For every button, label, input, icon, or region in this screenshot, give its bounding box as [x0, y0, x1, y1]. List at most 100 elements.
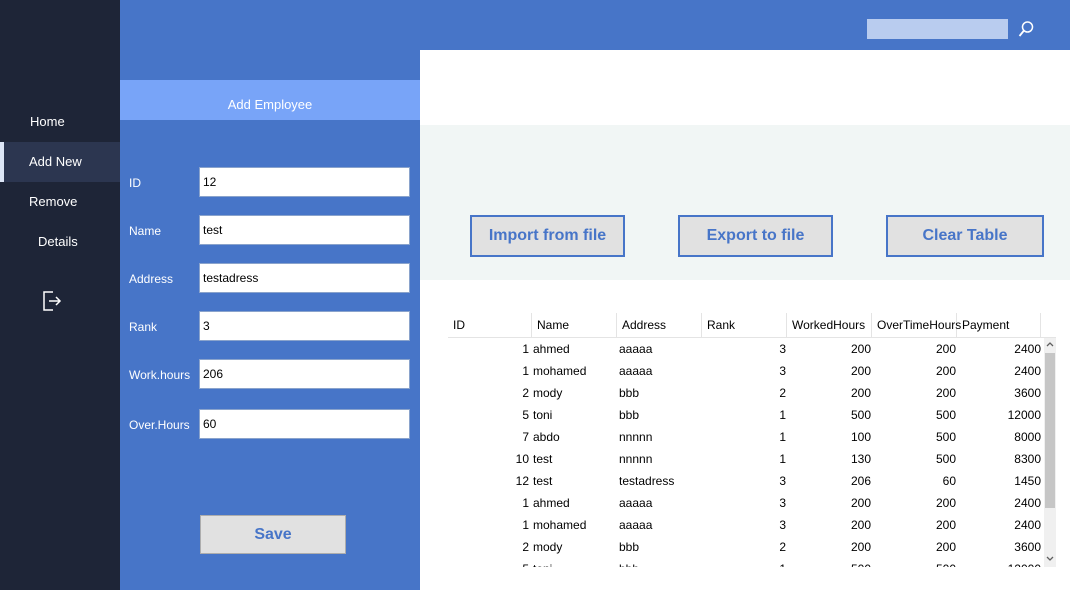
- column-header-overtime-hours[interactable]: OverTimeHours: [872, 313, 961, 338]
- cell-address: bbb: [619, 540, 640, 554]
- cell-name: toni: [533, 408, 553, 422]
- cell-overtime-hours: 200: [935, 364, 956, 378]
- cell-rank: 3: [779, 474, 786, 488]
- cell-id: 7: [522, 430, 529, 444]
- over-hours-field[interactable]: [199, 409, 410, 439]
- cell-id: 1: [522, 342, 529, 356]
- cell-payment: 8300: [1014, 452, 1041, 466]
- scroll-thumb[interactable]: [1045, 353, 1055, 508]
- cell-id: 1: [522, 364, 529, 378]
- action-panel: Import from file Export to file Clear Ta…: [420, 125, 1070, 280]
- table-row[interactable]: 10 test nnnnn 1 130 500 8300: [448, 448, 1041, 470]
- table-row[interactable]: 2 mody bbb 2 200 200 3600: [448, 382, 1041, 404]
- cell-worked-hours: 200: [850, 342, 871, 356]
- cell-address: nnnnn: [619, 430, 653, 444]
- cell-worked-hours: 206: [850, 474, 871, 488]
- cell-id: 5: [522, 408, 529, 422]
- search-icon[interactable]: [1018, 20, 1034, 38]
- cell-rank: 3: [779, 518, 786, 532]
- clear-table-button[interactable]: Clear Table: [886, 215, 1044, 257]
- cell-name: ahmed: [533, 342, 570, 356]
- address-field[interactable]: [199, 263, 410, 293]
- address-label: Address: [129, 272, 174, 286]
- table-row[interactable]: 1 ahmed aaaaa 3 200 200 2400: [448, 338, 1041, 360]
- table-area: ID Name Address Rank WorkedHours OverTim…: [420, 280, 1070, 590]
- save-button[interactable]: Save: [200, 515, 346, 554]
- employee-form-panel: Add Employee ID Name Address Rank Work.h…: [120, 50, 420, 590]
- table-row[interactable]: 1 mohamed aaaaa 3 200 200 2400: [448, 360, 1041, 382]
- cell-overtime-hours: 500: [935, 452, 956, 466]
- form-title: Add Employee: [120, 80, 420, 120]
- column-header-address[interactable]: Address: [617, 313, 702, 338]
- table-row[interactable]: 5tonibbb150050012000: [448, 404, 1041, 426]
- nav-item-remove[interactable]: Remove: [0, 182, 120, 222]
- export-to-file-button[interactable]: Export to file: [678, 215, 833, 257]
- table-row[interactable]: 12 test testadress 3 206 60 1450: [448, 470, 1041, 492]
- logout-icon[interactable]: [42, 290, 62, 312]
- nav-item-details[interactable]: Details: [0, 222, 120, 262]
- rank-field[interactable]: [199, 311, 410, 341]
- cell-address: testadress: [619, 474, 675, 488]
- table-header: ID Name Address Rank WorkedHours OverTim…: [448, 313, 1056, 338]
- cell-payment: 12000: [1007, 408, 1041, 422]
- sidebar: Home Add New Remove Details: [0, 0, 120, 590]
- cell-worked-hours: 200: [850, 496, 871, 510]
- cell-rank: 1: [702, 558, 786, 567]
- id-label: ID: [129, 176, 141, 190]
- cell-payment: 12000: [957, 558, 1041, 567]
- cell-overtime-hours: 500: [935, 430, 956, 444]
- cell-rank: 2: [779, 540, 786, 554]
- cell-rank: 1: [779, 408, 786, 422]
- cell-overtime-hours: 200: [935, 518, 956, 532]
- cell-worked-hours: 200: [850, 386, 871, 400]
- column-header-id[interactable]: ID: [448, 313, 532, 338]
- search-input[interactable]: [867, 19, 1008, 39]
- cell-address: aaaaa: [619, 342, 653, 356]
- cell-worked-hours: 500: [850, 408, 871, 422]
- column-header-payment[interactable]: Payment: [957, 313, 1041, 338]
- work-hours-field[interactable]: [199, 359, 410, 389]
- cell-address: aaaaa: [619, 518, 653, 532]
- cell-address: bbb: [619, 558, 699, 567]
- cell-rank: 3: [779, 342, 786, 356]
- employee-table[interactable]: ID Name Address Rank WorkedHours OverTim…: [448, 313, 1056, 567]
- scroll-up-arrow-icon[interactable]: [1044, 338, 1056, 352]
- cell-rank: 1: [779, 430, 786, 444]
- cell-worked-hours: 500: [787, 558, 871, 567]
- cell-overtime-hours: 200: [935, 496, 956, 510]
- nav-item-label: Add New: [29, 154, 82, 169]
- cell-rank: 1: [779, 452, 786, 466]
- nav-item-home[interactable]: Home: [0, 102, 120, 142]
- cell-rank: 2: [779, 386, 786, 400]
- nav-item-add-new[interactable]: Add New: [0, 142, 120, 182]
- cell-overtime-hours: 500: [935, 408, 956, 422]
- table-row[interactable]: 2 mody bbb 2 200 200 3600: [448, 536, 1041, 558]
- cell-payment: 2400: [1014, 364, 1041, 378]
- table-scrollbar[interactable]: [1044, 338, 1056, 567]
- scroll-down-arrow-icon[interactable]: [1044, 551, 1056, 565]
- table-row[interactable]: 1 ahmed aaaaa 3 200 200 2400: [448, 492, 1041, 514]
- column-header-rank[interactable]: Rank: [702, 313, 787, 338]
- cell-id: 1: [522, 518, 529, 532]
- table-row[interactable]: 1 mohamed aaaaa 3 200 200 2400: [448, 514, 1041, 536]
- cell-name: mohamed: [533, 364, 587, 378]
- table-row[interactable]: 7 abdo nnnnn 1 100 500 8000: [448, 426, 1041, 448]
- cell-name: abdo: [533, 430, 560, 444]
- id-field[interactable]: [199, 167, 410, 197]
- content-header-area: [420, 50, 1070, 125]
- column-header-name[interactable]: Name: [532, 313, 617, 338]
- name-field[interactable]: [199, 215, 410, 245]
- cell-payment: 2400: [1014, 342, 1041, 356]
- cell-name: ahmed: [533, 496, 570, 510]
- cell-id: 2: [522, 386, 529, 400]
- table-row[interactable]: 5tonibbb150050012000: [448, 558, 1041, 567]
- cell-payment: 1450: [1014, 474, 1041, 488]
- cell-rank: 3: [779, 364, 786, 378]
- cell-payment: 3600: [1014, 540, 1041, 554]
- rank-label: Rank: [129, 320, 158, 334]
- column-header-worked-hours[interactable]: WorkedHours: [787, 313, 872, 338]
- import-from-file-button[interactable]: Import from file: [470, 215, 625, 257]
- cell-id: 10: [515, 452, 529, 466]
- cell-overtime-hours: 200: [935, 386, 956, 400]
- cell-name: mohamed: [533, 518, 587, 532]
